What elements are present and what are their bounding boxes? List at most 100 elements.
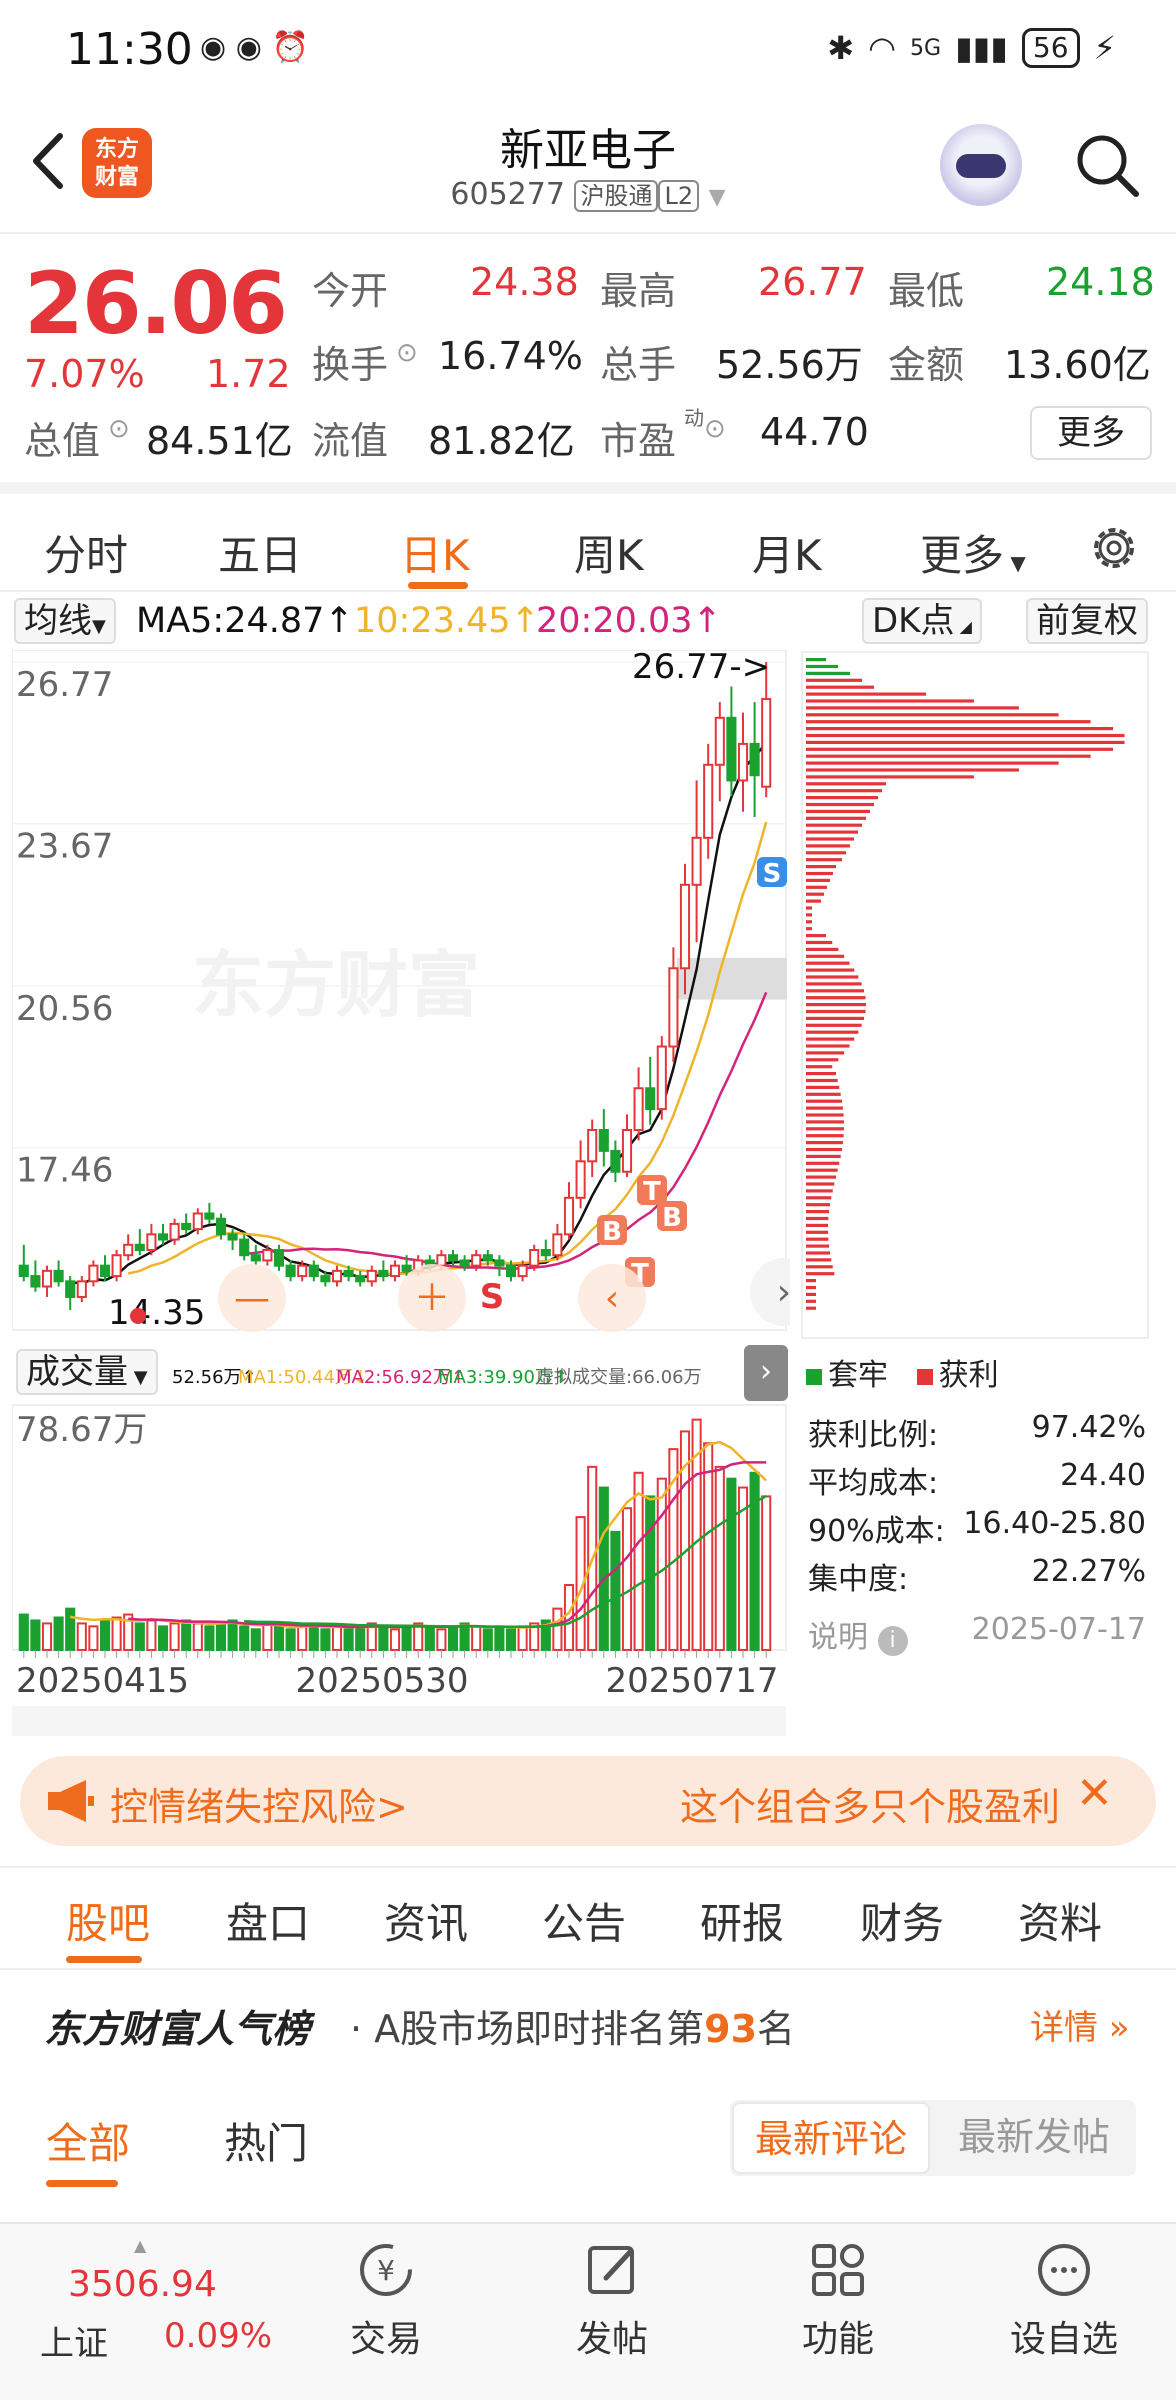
chip-bar [806,1037,855,1041]
min-price-label: 14.35 [108,1293,205,1333]
chip-bar [806,1154,841,1158]
banner-text-right: 这个组合多只个股盈利 [680,1785,1061,1829]
tab-intraday[interactable]: 分时 [44,522,128,583]
rank-brand: 东方财富人气榜 [44,2007,311,2051]
nav-post[interactable]: 发帖 [532,2238,692,2362]
dropdown-icon[interactable]: ▼ [709,185,726,210]
candle-body [587,1129,598,1163]
chip-bar [806,727,1114,731]
nav-trade[interactable]: ¥ 交易 [306,2238,466,2362]
candle-body [737,742,749,782]
filter-hot[interactable]: 热门 [224,2110,308,2171]
trade-marker-b: B [662,1203,682,1233]
candle-body [517,1264,528,1278]
index-name: 上证 [40,2324,108,2364]
note-link[interactable]: 说明 i [808,1612,908,1656]
chip-bar [806,1196,832,1200]
candle-body [192,1212,203,1231]
nav-label: 发帖 [575,2319,648,2360]
info-icon[interactable]: ⊙ [396,338,418,368]
volume-bar [424,1625,435,1652]
stock-header: 东方 财富 新亚电子 605277 沪股通 L2 ▼ [0,100,1176,232]
info-icon[interactable]: ⊙ [704,414,726,444]
stat-label: 平均成本: [808,1466,939,1501]
kline-chart[interactable]: 26.7723.6720.5617.46东方财富26.77->14.35B BTT… [12,650,790,1738]
volume-bar [378,1625,389,1652]
chip-bar [806,1292,816,1296]
amount-value: 13.60亿 [1004,343,1151,387]
low-value: 24.18 [1046,260,1155,304]
sort-latest-comment[interactable]: 最新评论 [732,2102,930,2174]
tab-profile[interactable]: 资料 [1018,1890,1102,1951]
trade-marker-s: S [480,1277,505,1317]
ma5-value: MA5:24.87↑ [136,601,354,641]
candle [552,1223,563,1261]
chip-distribution-chart[interactable] [800,650,1152,1340]
tab-finance[interactable]: 财务 [860,1890,944,1951]
nav-add-watchlist[interactable]: 设自选 [984,2238,1144,2362]
tab-weekly-k[interactable]: 周K [574,522,644,583]
expand-arrow-button[interactable]: › [744,1345,788,1401]
mktcap-value: 84.51亿 [146,419,293,463]
candle-body [668,967,679,1048]
candle [645,1056,656,1125]
sort-latest-post[interactable]: 最新发帖 [934,2102,1134,2174]
chip-bar [806,1161,840,1165]
volume-bar [320,1628,331,1652]
adjust-button[interactable]: 前复权 [1026,598,1148,644]
candle-body [250,1254,261,1262]
tab-five-day[interactable]: 五日 [218,522,302,583]
ma-selector[interactable]: 均线▼ [14,598,116,644]
kline-chart-area[interactable]: 26.77 23.67 20.56 17.46 东方财富 26.77-> 14.35 B B T T… [12,650,790,1738]
gear-icon[interactable] [1086,520,1142,576]
tab-orderbook[interactable]: 盘口 [226,1890,310,1951]
assistant-robot-icon[interactable] [940,124,1022,206]
dk-points-button[interactable]: DK点 ◢ [862,598,982,644]
tab-research[interactable]: 研报 [700,1890,784,1951]
chip-bar [806,885,827,889]
chip-bar [806,837,854,841]
chart-control-icon: ‹ [605,1278,619,1319]
rank-detail-link[interactable]: 详情 » [1030,2000,1130,2049]
candle [389,1260,401,1282]
filter-all[interactable]: 全部 [46,2110,130,2171]
rank-text-post: 名 [757,2007,796,2051]
tab-guba[interactable]: 股吧 [66,1890,150,1951]
tab-daily-k[interactable]: 日K [400,522,470,583]
pe-label: 市盈 [600,419,677,463]
volume-bar [157,1625,169,1652]
info-icon[interactable]: ⊙ [108,414,130,444]
chip-note-row: 说明 i 2025-07-17 [808,1612,1146,1656]
chip-bar [806,720,1091,724]
notification-icons: ◉ ◉ ⏰ [200,30,309,65]
candle-body [181,1222,192,1231]
candle [53,1260,64,1287]
risk-banner[interactable]: 控情绪失控风险> 这个组合多只个股盈利 ✕ [20,1756,1156,1846]
search-icon[interactable] [1072,130,1142,200]
tab-news[interactable]: 资讯 [384,1890,468,1951]
chip-bar [806,1085,840,1089]
more-button[interactable]: 更多 [1030,406,1152,460]
volume-bar [552,1607,563,1652]
chip-bar [806,1237,829,1241]
candle-body [610,1149,621,1173]
volume-bar [714,1465,725,1652]
chip-bar [806,906,812,910]
popularity-rank[interactable]: 东方财富人气榜 · A股市场即时排名第93名 详情 » [0,1972,1176,2072]
nav-functions[interactable]: 功能 [758,2238,918,2362]
chip-bar [806,685,874,689]
volume-selector[interactable]: 成交量 ▼ [16,1349,158,1395]
candle-body [343,1269,354,1278]
volume-bar [76,1622,87,1651]
period-tabs: 分时 五日 日K 周K 月K 更多 ▼ [0,482,1176,590]
candle [18,1244,29,1282]
pe-value: 44.70 [760,410,869,454]
chip-stat-row: 集中度: 22.27% [808,1554,1146,1598]
tab-more[interactable]: 更多 ▼ [920,522,1026,583]
chip-bar [806,1141,843,1145]
stat-label: 90%成本: [808,1514,945,1549]
tab-monthly-k[interactable]: 月K [752,522,822,583]
tab-announcements[interactable]: 公告 [542,1890,626,1951]
svg-text:¥: ¥ [377,2254,395,2287]
close-icon[interactable]: ✕ [1076,1768,1113,1819]
